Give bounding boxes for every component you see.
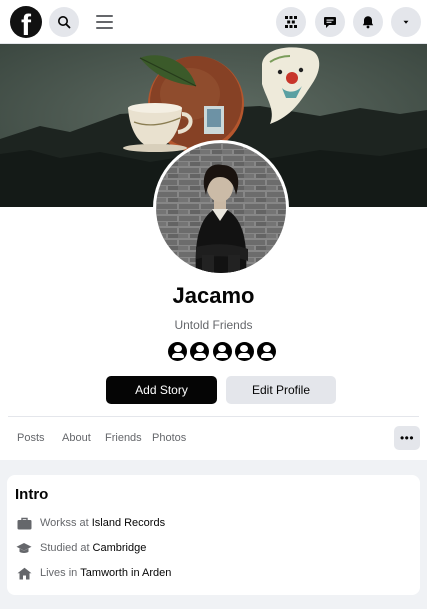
profile-avatar[interactable] <box>153 140 289 276</box>
friend-avatar-icon[interactable] <box>234 342 254 361</box>
messenger-icon <box>324 17 336 28</box>
briefcase-icon <box>16 515 32 531</box>
intro-item-residence: Lives in Tamworth in Arden <box>16 565 171 581</box>
top-navigation-bar: f <box>0 0 427 44</box>
friend-avatar-icon[interactable] <box>257 342 276 361</box>
logo-letter: f <box>21 9 31 42</box>
grid-menu-button[interactable] <box>276 7 306 37</box>
profile-subtitle: Untold Friends <box>174 318 253 332</box>
intro-item-value[interactable]: Cambridge <box>93 542 147 554</box>
intro-item-value[interactable]: Tamworth in Arden <box>80 567 171 579</box>
tab-posts[interactable]: Posts <box>17 432 45 444</box>
graduation-cap-icon <box>16 540 32 556</box>
intro-item-value[interactable]: Island Records <box>92 517 165 529</box>
caret-down-icon <box>403 20 409 24</box>
tab-photos[interactable]: Photos <box>152 432 186 444</box>
friend-avatar-icon[interactable] <box>212 342 232 361</box>
edit-profile-button[interactable]: Edit Profile <box>226 376 336 404</box>
intro-item-prefix: Studied at <box>40 542 90 554</box>
notifications-button[interactable] <box>353 7 383 37</box>
home-icon <box>16 565 32 581</box>
intro-item-prefix: Lives in <box>40 567 78 579</box>
divider <box>8 416 419 417</box>
bell-icon <box>362 16 374 29</box>
friend-avatar-icon[interactable] <box>190 342 210 361</box>
friend-avatars[interactable] <box>168 342 276 364</box>
more-options-button[interactable]: ••• <box>394 426 420 450</box>
menu-icon[interactable] <box>96 15 113 29</box>
account-menu-button[interactable] <box>391 7 421 37</box>
tab-about[interactable]: About <box>62 432 91 444</box>
search-button[interactable] <box>49 7 79 37</box>
intro-item-work: Workss at Island Records <box>16 515 165 531</box>
tab-friends[interactable]: Friends <box>105 432 142 444</box>
search-icon <box>58 16 71 29</box>
messenger-button[interactable] <box>315 7 345 37</box>
facebook-logo-icon[interactable]: f <box>10 6 42 42</box>
friend-avatar-icon[interactable] <box>168 342 187 361</box>
add-story-button[interactable]: Add Story <box>106 376 217 404</box>
intro-item-education: Studied at Cambridge <box>16 540 146 556</box>
intro-title: Intro <box>15 486 49 503</box>
intro-item-prefix: Workss at <box>40 517 89 529</box>
grid-icon <box>285 16 297 28</box>
avatar-photo <box>156 143 286 273</box>
profile-name: Jacamo <box>172 283 255 308</box>
